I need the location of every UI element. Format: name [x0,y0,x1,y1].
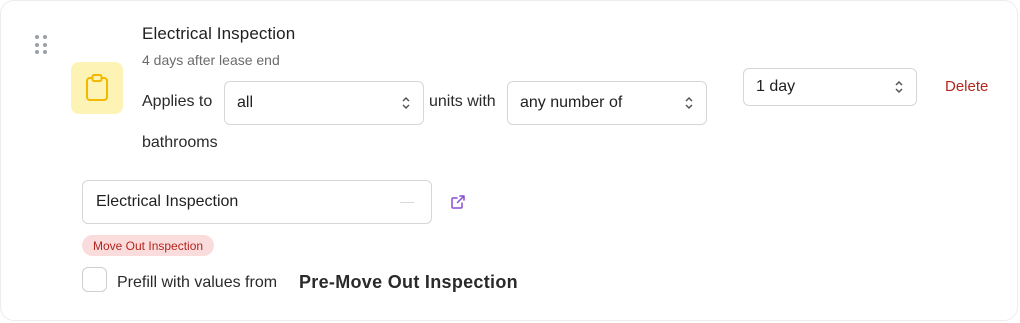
duration-selector[interactable]: 1 day [743,68,917,106]
count-selector-value: any number of [520,94,623,111]
count-selector[interactable]: any number of [507,81,707,125]
applies-to-label: Applies to [142,93,213,110]
units-with-label: units with [429,93,496,110]
template-type-badge: Move Out Inspection [82,235,215,256]
units-selector[interactable]: all [224,81,424,125]
template-selector[interactable]: Electrical Inspection [82,180,432,224]
prefill-checkbox[interactable] [82,267,107,292]
task-icon-tile [71,62,123,114]
chevron-up-down-icon [402,96,410,110]
external-link-icon[interactable] [450,194,466,210]
template-selector-value: Electrical Inspection [96,193,239,210]
task-timing: 4 days after lease end [142,52,280,68]
delete-button[interactable]: Delete [945,78,988,95]
prefill-source: Pre-Move Out Inspection [299,272,518,292]
chevron-up-down-icon [685,96,693,110]
units-selector-value: all [237,94,254,111]
inspection-task-card: Electrical Inspection 4 days after lease… [0,0,1018,321]
clipboard-icon [86,74,108,101]
clear-indicator [400,202,414,203]
duration-selector-value: 1 day [756,78,796,95]
chevron-up-down-icon [895,80,903,94]
drag-handle-icon[interactable] [35,35,47,55]
task-title: Electrical Inspection [142,24,296,43]
prefill-label: Prefill with values from [117,274,278,291]
bathrooms-label: bathrooms [142,134,218,151]
